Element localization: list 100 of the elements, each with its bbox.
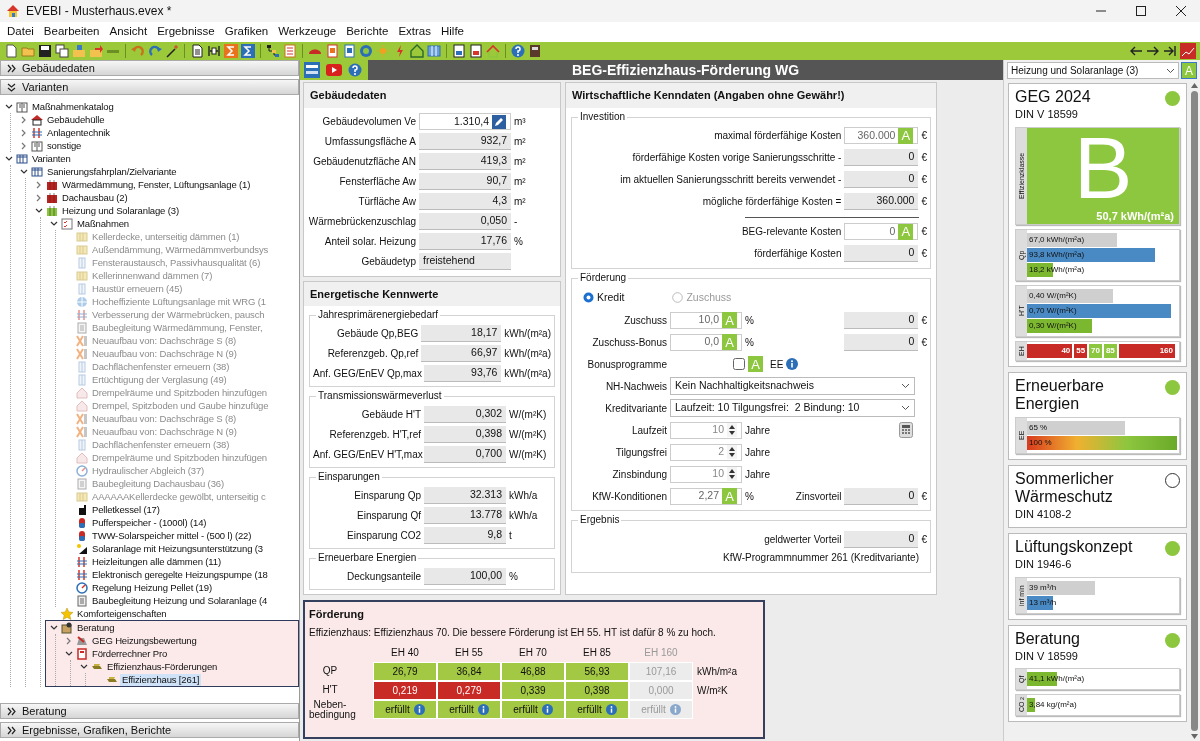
unit-label: Jahre [745,423,770,438]
menu-item[interactable]: Ergebnisse [152,23,220,41]
section-header[interactable]: Gebäudedaten [0,60,299,76]
tree-item[interactable]: Maßnahmen [75,217,131,230]
checkbox-icon[interactable] [733,358,745,371]
info-icon[interactable] [477,704,489,715]
tree-item[interactable]: TWW-Solarspeicher mittel - (500 l) (22) [90,529,254,542]
radio-checked-icon[interactable] [583,291,594,303]
spinner-icon[interactable] [727,445,737,460]
input-field[interactable]: 1.310,4 [419,113,511,130]
menu-item[interactable]: Werkzeuge [273,23,342,41]
menu-item[interactable]: Bearbeiten [38,23,105,41]
scroll-up-icon[interactable] [1191,83,1198,88]
sum-icon[interactable] [241,44,255,58]
section-header[interactable]: Ergebnisse, Grafiken, Berichte [0,722,299,738]
spin-field[interactable]: 10 [670,421,742,439]
info-icon[interactable] [786,358,799,371]
new-file-icon[interactable] [4,44,18,58]
menu-item[interactable]: Grafiken [219,23,274,41]
report-icon[interactable] [452,44,466,58]
tree-item[interactable]: Varianten [30,152,73,165]
tree-item[interactable]: Pelletkessel (17) [90,503,162,516]
radio-option[interactable]: Kredit [583,289,625,306]
tree-item[interactable]: sonstige [45,139,84,152]
spin-field[interactable]: 2 [670,443,742,461]
input-field[interactable]: 0,0 A [670,333,742,351]
section-header[interactable]: Varianten [0,79,299,95]
tree-item[interactable]: Gebäudehülle [45,113,107,126]
tree-item[interactable]: Beratung [75,621,117,634]
tree-item[interactable]: Effizienzhaus-Förderungen [105,660,220,673]
arrow-right-icon[interactable] [1146,44,1160,58]
tree-item[interactable]: Maßnahmenkatalog [30,100,116,113]
input-field[interactable]: 0 A [844,223,919,240]
arrow-to-line-icon[interactable] [1163,44,1177,58]
expand-icon[interactable] [7,63,16,73]
spinner-icon[interactable] [727,467,737,482]
arrow-left-icon[interactable] [1129,44,1143,58]
field-label: Einsparung Qf [356,508,421,523]
folder-arrow-icon[interactable] [89,44,103,58]
menu-item[interactable]: Ansicht [104,23,153,41]
tree-item[interactable]: Sanierungsfahrplan/Zielvariante [45,165,179,178]
tree-item[interactable]: Solaranlage mit Heizungsunterstützung (3 [90,542,265,555]
info-icon[interactable] [605,704,617,715]
tree-item[interactable]: Dachausbau (2) [60,191,130,204]
tree-item[interactable]: Wärmedämmung, Fenster, Lüftungsanlage (1) [60,178,253,191]
menu-item[interactable]: Datei [2,23,39,41]
input-field[interactable]: 360.000 A [844,127,919,144]
width-icon[interactable] [207,44,221,58]
spin-field[interactable]: 10 [670,465,742,483]
save-icon[interactable] [38,44,52,58]
copy-icon[interactable] [55,44,69,58]
tree-item[interactable]: Baubegleitung Heizung und Solaranlage (4 [90,594,270,607]
menu-item[interactable]: Extras [393,23,436,41]
book-icon[interactable] [528,44,542,58]
group-legend: Erneuerbare Energien [316,552,419,564]
variant-dropdown[interactable]: Heizung und Solaranlage (3) [1007,62,1179,79]
tree-item[interactable]: Förderrechner Pro [90,647,170,660]
tree-item[interactable]: Effizienzhaus [261] [120,673,202,686]
diagram-icon[interactable] [266,44,280,58]
tree-item[interactable]: GEG Heizungsbewertung [90,634,199,647]
folder-icon[interactable] [72,44,86,58]
document-icon[interactable] [190,44,204,58]
section-header[interactable]: Beratung [0,703,299,719]
tree-item[interactable]: Regelung Heizung Pellet (19) [90,581,214,594]
chart-icon[interactable] [1180,43,1196,59]
dropdown[interactable]: Kein Nachhaltigkeitsnachweis [670,377,915,396]
page-icon[interactable] [342,44,356,58]
tree-item[interactable]: Heizung und Solaranlage (3) [60,204,181,217]
help-icon[interactable] [511,44,525,58]
help-icon[interactable] [348,63,362,77]
wand-icon[interactable] [165,44,179,58]
info-icon[interactable] [413,704,425,715]
calculator-icon[interactable] [899,422,913,439]
scrollbar[interactable] [1189,81,1200,741]
checklist-icon [61,217,73,230]
menu-item[interactable]: Berichte [341,23,394,41]
video-icon[interactable] [326,64,342,76]
collapse-icon[interactable] [7,82,16,92]
spinner-icon[interactable] [727,423,737,438]
expand-icon[interactable] [7,725,16,735]
radio-icon[interactable] [672,291,684,303]
info-icon[interactable] [541,704,553,715]
tree-item[interactable]: Elektronisch geregelte Heizungspumpe (18 [90,568,270,581]
edit-icon[interactable] [492,114,506,129]
card-title: Beratung [1015,629,1080,648]
house-icon[interactable] [410,44,424,58]
input-field[interactable]: 2,27 A [670,487,742,505]
tree-item[interactable]: Pufferspeicher - (1000l) (14) [90,516,209,529]
input-field[interactable]: 10,0 A [670,311,742,329]
close-icon[interactable] [1176,6,1186,16]
page-icon[interactable] [325,44,339,58]
expand-icon[interactable] [7,706,16,716]
dropdown[interactable]: Laufzeit: 10 Tilgungsfrei: 2 Bindung: 10 [670,399,915,418]
menu-item[interactable]: Hilfe [435,23,469,41]
maximize-icon[interactable] [1136,6,1146,16]
tree-item[interactable]: Komforteigenschaften [75,607,169,620]
tree-item[interactable]: Anlagentechnik [45,126,112,139]
scroll-down-icon[interactable] [1191,734,1198,739]
field-label: Umfassungsfläche A [323,135,416,149]
tree-item[interactable]: Heizleitungen alle dämmen (11) [90,555,223,568]
